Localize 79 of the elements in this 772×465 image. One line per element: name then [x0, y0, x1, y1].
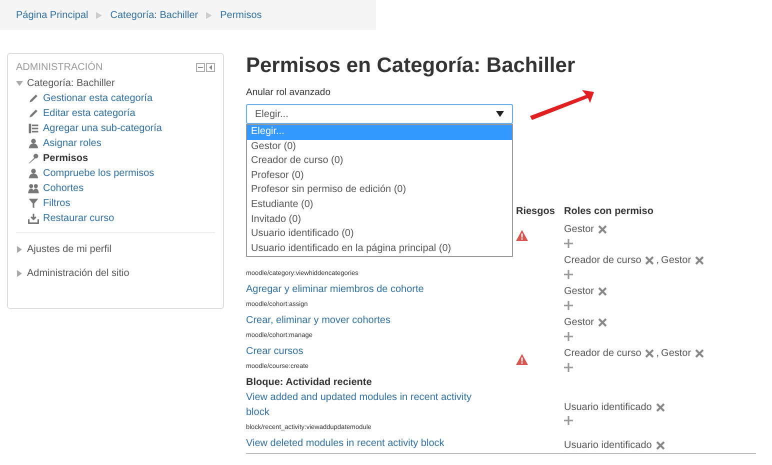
- page-title: Permisos en Categoría: Bachiller: [246, 53, 576, 79]
- dropdown-option[interactable]: Gestor (0): [247, 140, 512, 154]
- remove-icon[interactable]: [598, 318, 608, 327]
- dropdown-option[interactable]: Elegir...: [247, 125, 512, 140]
- expander-icon[interactable]: [16, 270, 23, 276]
- role-name: Gestor: [564, 224, 594, 235]
- field-label: Anular rol avanzado: [246, 87, 332, 100]
- remove-icon[interactable]: [598, 225, 608, 234]
- expander-icon[interactable]: [16, 246, 23, 252]
- add-icon[interactable]: [564, 238, 573, 248]
- person-icon: [28, 138, 39, 149]
- menu-link[interactable]: Gestionar esta categoría: [43, 93, 153, 104]
- role-name: Gestor: [661, 255, 692, 266]
- role-separator: ,: [656, 255, 660, 266]
- annotation-arrow: [528, 90, 594, 120]
- expander-icon[interactable]: [16, 80, 23, 87]
- pencil-icon: [28, 108, 39, 119]
- menu-link[interactable]: Cohortes: [43, 183, 84, 194]
- add-icon[interactable]: [564, 300, 573, 310]
- tree-section[interactable]: Ajustes de mi perfil: [27, 244, 112, 254]
- dropdown-option[interactable]: Estudiante (0): [247, 198, 512, 213]
- role-separator: ,: [656, 348, 660, 359]
- dock-icon[interactable]: [206, 62, 215, 72]
- menu-link[interactable]: Agregar una sub-categoría: [43, 123, 162, 134]
- add-icon[interactable]: [564, 270, 573, 278]
- group-heading: Bloque: Actividad reciente: [246, 376, 373, 390]
- role-name: Creador de curso: [564, 348, 642, 359]
- dropdown-option[interactable]: Usuario identificado en la página principal (0): [247, 242, 512, 256]
- menu-link[interactable]: Filtros: [43, 198, 70, 209]
- add-icon[interactable]: [564, 362, 573, 372]
- breadcrumb-link[interactable]: Página Principal: [16, 10, 88, 20]
- panel-title: ADMINISTRACIÓN: [16, 62, 103, 72]
- role-name: Usuario identificado: [564, 440, 652, 451]
- capability-link[interactable]: View deleted modules in recent activity block: [246, 436, 486, 451]
- menu-link[interactable]: Restaurar curso: [43, 213, 114, 224]
- column-header: Riesgos: [516, 205, 556, 219]
- role-name: Creador de curso: [564, 255, 642, 266]
- pencil-icon: [28, 93, 39, 104]
- dropdown-option[interactable]: Usuario identificado (0): [247, 227, 512, 242]
- remove-icon[interactable]: [695, 256, 704, 265]
- column-header: Roles con permiso: [564, 205, 654, 219]
- filter-icon: [28, 198, 39, 209]
- breadcrumb-link[interactable]: Categoría: Bachiller: [110, 10, 198, 20]
- role-name: Gestor: [564, 286, 594, 297]
- separator-icon: [206, 12, 212, 18]
- dropdown-option[interactable]: Profesor sin permiso de edición (0): [247, 183, 512, 198]
- menu-link[interactable]: Permisos: [43, 153, 88, 164]
- role-name: Gestor: [661, 348, 692, 359]
- remove-icon[interactable]: [645, 256, 654, 265]
- remove-icon[interactable]: [656, 441, 665, 450]
- list-icon: [28, 123, 39, 134]
- add-icon[interactable]: [564, 416, 573, 425]
- person-icon: [28, 168, 39, 179]
- remove-icon[interactable]: [645, 349, 654, 358]
- remove-icon[interactable]: [598, 287, 608, 296]
- dropdown-option[interactable]: Invitado (0): [247, 212, 512, 228]
- dropdown-option[interactable]: Creador de curso (0): [247, 154, 512, 169]
- capability-link[interactable]: Crear, eliminar y mover cohortes: [246, 313, 486, 328]
- role-name: Gestor: [564, 317, 594, 328]
- collapse-icon[interactable]: [196, 62, 205, 72]
- capability-link[interactable]: Agregar y eliminar miembros de cohorte: [246, 282, 486, 297]
- role-select[interactable]: Elegir...: [246, 104, 513, 124]
- role-name: Usuario identificado: [564, 402, 652, 412]
- download-icon: [28, 213, 39, 224]
- remove-icon[interactable]: [695, 349, 704, 358]
- menu-link[interactable]: Asignar roles: [43, 138, 102, 149]
- capability-link[interactable]: View added and updated modules in recent activity block: [246, 390, 486, 420]
- menu-link[interactable]: Editar esta categoría: [43, 108, 136, 119]
- caret-icon: [496, 111, 504, 117]
- people-icon: [28, 183, 39, 194]
- breadcrumb-link[interactable]: Permisos: [220, 10, 262, 20]
- dropdown-option[interactable]: Profesor (0): [247, 168, 512, 184]
- separator-icon: [96, 12, 102, 18]
- tree-section[interactable]: Administración del sitio: [27, 268, 130, 278]
- menu-link[interactable]: Compruebe los permisos: [43, 168, 154, 179]
- capability-link[interactable]: Crear cursos: [246, 344, 486, 359]
- remove-icon[interactable]: [656, 402, 665, 412]
- tree-category[interactable]: Categoría: Bachiller: [27, 78, 115, 89]
- add-icon[interactable]: [564, 332, 573, 340]
